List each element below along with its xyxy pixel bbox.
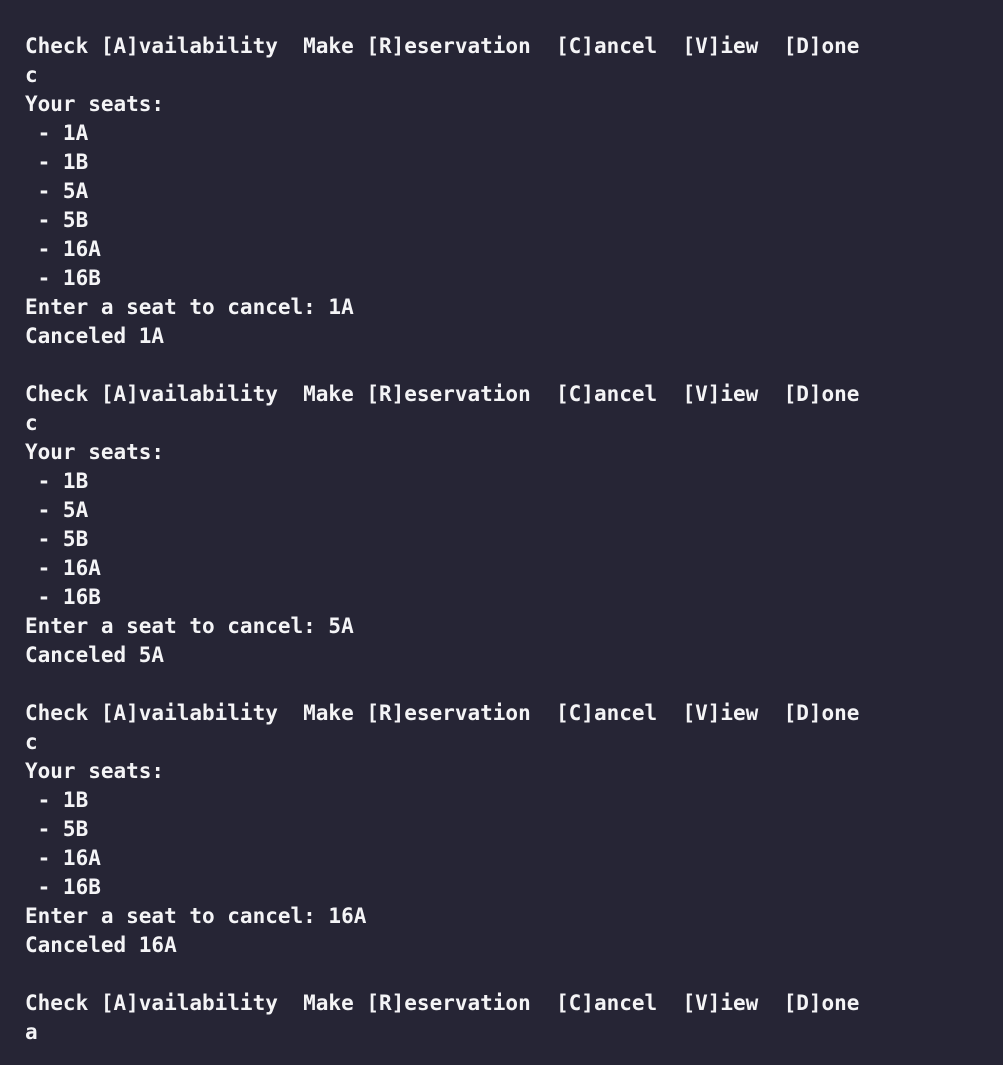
menu-prompt-line: Check [A]vailability Make [R]eservation … bbox=[25, 701, 860, 725]
seat-list-item: - 16A bbox=[25, 846, 101, 870]
seat-list-item: - 5B bbox=[25, 208, 89, 232]
cancel-result-line: Canceled 1A bbox=[25, 324, 165, 348]
seats-heading-line: Your seats: bbox=[25, 759, 165, 783]
seat-list-item: - 16A bbox=[25, 237, 101, 261]
seat-list-item: - 16B bbox=[25, 266, 101, 290]
cancel-result-line: Canceled 16A bbox=[25, 933, 177, 957]
seat-list-item: - 5A bbox=[25, 498, 89, 522]
menu-prompt-line: Check [A]vailability Make [R]eservation … bbox=[25, 382, 860, 406]
user-input-line: c bbox=[25, 411, 38, 435]
seat-list-item: - 5B bbox=[25, 817, 89, 841]
seat-list-item: - 5A bbox=[25, 179, 89, 203]
seat-list-item: - 1B bbox=[25, 469, 89, 493]
seat-list-item: - 1B bbox=[25, 788, 89, 812]
user-input-line: a bbox=[25, 1020, 38, 1044]
seat-list-item: - 16A bbox=[25, 556, 101, 580]
menu-prompt-line: Check [A]vailability Make [R]eservation … bbox=[25, 991, 860, 1015]
cancel-prompt-line: Enter a seat to cancel: 16A bbox=[25, 904, 367, 928]
seat-list-item: - 1A bbox=[25, 121, 89, 145]
cancel-result-line: Canceled 5A bbox=[25, 643, 165, 667]
menu-prompt-line: Check [A]vailability Make [R]eservation … bbox=[25, 34, 860, 58]
user-input-line: c bbox=[25, 63, 38, 87]
seats-heading-line: Your seats: bbox=[25, 440, 165, 464]
cancel-prompt-line: Enter a seat to cancel: 1A bbox=[25, 295, 354, 319]
seat-list-item: - 5B bbox=[25, 527, 89, 551]
seat-list-item: - 1B bbox=[25, 150, 89, 174]
seat-list-item: - 16B bbox=[25, 585, 101, 609]
cancel-prompt-line: Enter a seat to cancel: 5A bbox=[25, 614, 354, 638]
seats-heading-line: Your seats: bbox=[25, 92, 165, 116]
terminal-output[interactable]: Check [A]vailability Make [R]eservation … bbox=[0, 0, 1003, 1065]
user-input-line: c bbox=[25, 730, 38, 754]
seat-list-item: - 16B bbox=[25, 875, 101, 899]
